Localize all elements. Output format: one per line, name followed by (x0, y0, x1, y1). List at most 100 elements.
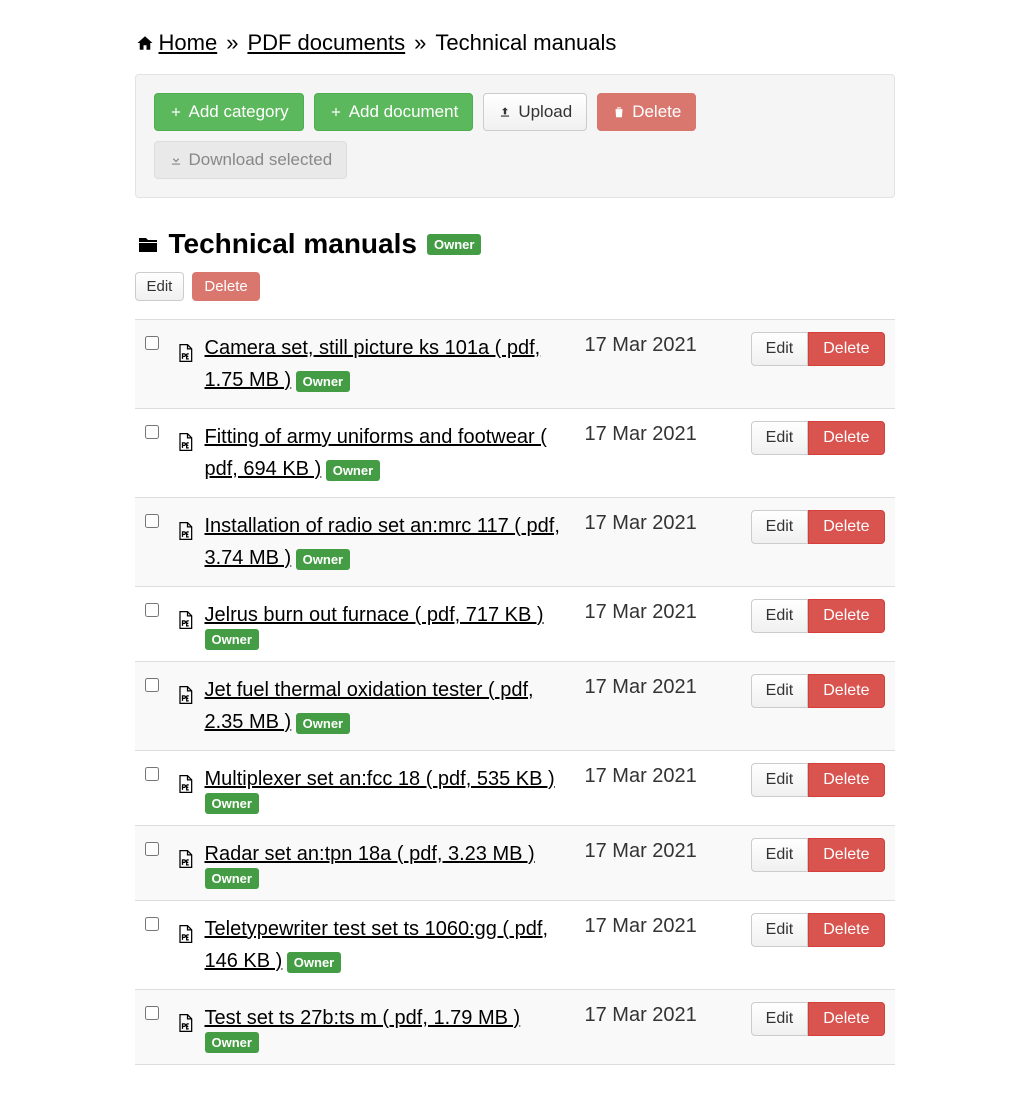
add-document-label: Add document (349, 102, 459, 122)
document-list: Camera set, still picture ks 101a ( pdf,… (135, 319, 895, 1065)
row-select-checkbox[interactable] (145, 1006, 159, 1020)
document-date: 17 Mar 2021 (585, 332, 735, 357)
upload-icon (498, 105, 512, 119)
pdf-icon (175, 599, 205, 631)
owner-badge: Owner (205, 793, 259, 814)
trash-icon (612, 105, 626, 119)
pdf-icon (175, 674, 205, 706)
document-link[interactable]: Jet fuel thermal oxidation tester ( pdf,… (205, 679, 534, 733)
folder-icon (135, 232, 161, 256)
download-icon (169, 153, 183, 167)
document-link[interactable]: Test set ts 27b:ts m ( pdf, 1.79 MB ) (205, 1007, 521, 1029)
owner-badge: Owner (287, 952, 341, 973)
delete-button[interactable]: Delete (808, 838, 884, 872)
pdf-icon (175, 763, 205, 795)
document-date: 17 Mar 2021 (585, 1002, 735, 1027)
toolbar: Add category Add document Upload Delete … (135, 74, 895, 198)
owner-badge: Owner (427, 234, 481, 255)
upload-button[interactable]: Upload (483, 93, 587, 131)
download-selected-button[interactable]: Download selected (154, 141, 348, 179)
breadcrumb-pdf[interactable]: PDF documents (247, 30, 405, 56)
add-document-button[interactable]: Add document (314, 93, 474, 131)
owner-badge: Owner (205, 629, 259, 650)
edit-button[interactable]: Edit (751, 421, 809, 455)
row-select-checkbox[interactable] (145, 917, 159, 931)
document-link[interactable]: Radar set an:tpn 18a ( pdf, 3.23 MB ) (205, 843, 535, 865)
pdf-icon (175, 913, 205, 945)
document-date: 17 Mar 2021 (585, 838, 735, 863)
pdf-icon (175, 332, 205, 364)
document-date: 17 Mar 2021 (585, 674, 735, 699)
edit-button[interactable]: Edit (751, 510, 809, 544)
upload-label: Upload (518, 102, 572, 122)
delete-button[interactable]: Delete (808, 674, 884, 708)
row-select-checkbox[interactable] (145, 842, 159, 856)
add-category-label: Add category (189, 102, 289, 122)
row-select-checkbox[interactable] (145, 767, 159, 781)
document-date: 17 Mar 2021 (585, 763, 735, 788)
delete-button[interactable]: Delete (808, 332, 884, 366)
owner-badge: Owner (296, 549, 350, 570)
owner-badge: Owner (296, 713, 350, 734)
table-row: Camera set, still picture ks 101a ( pdf,… (135, 320, 895, 409)
edit-button[interactable]: Edit (751, 838, 809, 872)
delete-button[interactable]: Delete (808, 1002, 884, 1036)
edit-button[interactable]: Edit (751, 599, 809, 633)
row-select-checkbox[interactable] (145, 514, 159, 528)
breadcrumb-sep: » (414, 30, 426, 56)
table-row: Radar set an:tpn 18a ( pdf, 3.23 MB ) Ow… (135, 826, 895, 901)
edit-button[interactable]: Edit (751, 1002, 809, 1036)
plus-icon (169, 105, 183, 119)
pdf-icon (175, 421, 205, 453)
table-row: Teletypewriter test set ts 1060:gg ( pdf… (135, 901, 895, 990)
edit-category-button[interactable]: Edit (135, 272, 185, 301)
add-category-button[interactable]: Add category (154, 93, 304, 131)
table-row: Fitting of army uniforms and footwear ( … (135, 409, 895, 498)
delete-button[interactable]: Delete (808, 913, 884, 947)
delete-category-button[interactable]: Delete (192, 272, 259, 301)
pdf-icon (175, 838, 205, 870)
document-link[interactable]: Jelrus burn out furnace ( pdf, 717 KB ) (205, 604, 544, 626)
table-row: Jet fuel thermal oxidation tester ( pdf,… (135, 662, 895, 751)
owner-badge: Owner (205, 1032, 259, 1053)
table-row: Multiplexer set an:fcc 18 ( pdf, 535 KB … (135, 751, 895, 826)
owner-badge: Owner (296, 371, 350, 392)
download-selected-label: Download selected (189, 150, 333, 170)
breadcrumb-sep: » (226, 30, 238, 56)
document-date: 17 Mar 2021 (585, 599, 735, 624)
page-title: Technical manuals (135, 228, 417, 260)
plus-icon (329, 105, 343, 119)
home-icon (135, 34, 155, 52)
pdf-icon (175, 1002, 205, 1034)
breadcrumb: Home » PDF documents » Technical manuals (135, 30, 895, 56)
edit-button[interactable]: Edit (751, 913, 809, 947)
breadcrumb-home[interactable]: Home (159, 30, 218, 56)
row-select-checkbox[interactable] (145, 336, 159, 350)
page-title-text: Technical manuals (169, 228, 417, 260)
document-link[interactable]: Multiplexer set an:fcc 18 ( pdf, 535 KB … (205, 768, 555, 790)
delete-button[interactable]: Delete (808, 510, 884, 544)
delete-button[interactable]: Delete (808, 763, 884, 797)
breadcrumb-current: Technical manuals (435, 30, 616, 56)
table-row: Installation of radio set an:mrc 117 ( p… (135, 498, 895, 587)
document-date: 17 Mar 2021 (585, 510, 735, 535)
row-select-checkbox[interactable] (145, 425, 159, 439)
document-date: 17 Mar 2021 (585, 913, 735, 938)
delete-button[interactable]: Delete (597, 93, 696, 131)
edit-button[interactable]: Edit (751, 763, 809, 797)
table-row: Jelrus burn out furnace ( pdf, 717 KB ) … (135, 587, 895, 662)
pdf-icon (175, 510, 205, 542)
document-link[interactable]: Installation of radio set an:mrc 117 ( p… (205, 515, 560, 569)
delete-button[interactable]: Delete (808, 421, 884, 455)
edit-button[interactable]: Edit (751, 332, 809, 366)
owner-badge: Owner (205, 868, 259, 889)
table-row: Test set ts 27b:ts m ( pdf, 1.79 MB ) Ow… (135, 990, 895, 1065)
delete-label: Delete (632, 102, 681, 122)
document-link[interactable]: Teletypewriter test set ts 1060:gg ( pdf… (205, 918, 549, 972)
owner-badge: Owner (326, 460, 380, 481)
document-link[interactable]: Camera set, still picture ks 101a ( pdf,… (205, 337, 541, 391)
delete-button[interactable]: Delete (808, 599, 884, 633)
row-select-checkbox[interactable] (145, 678, 159, 692)
row-select-checkbox[interactable] (145, 603, 159, 617)
edit-button[interactable]: Edit (751, 674, 809, 708)
